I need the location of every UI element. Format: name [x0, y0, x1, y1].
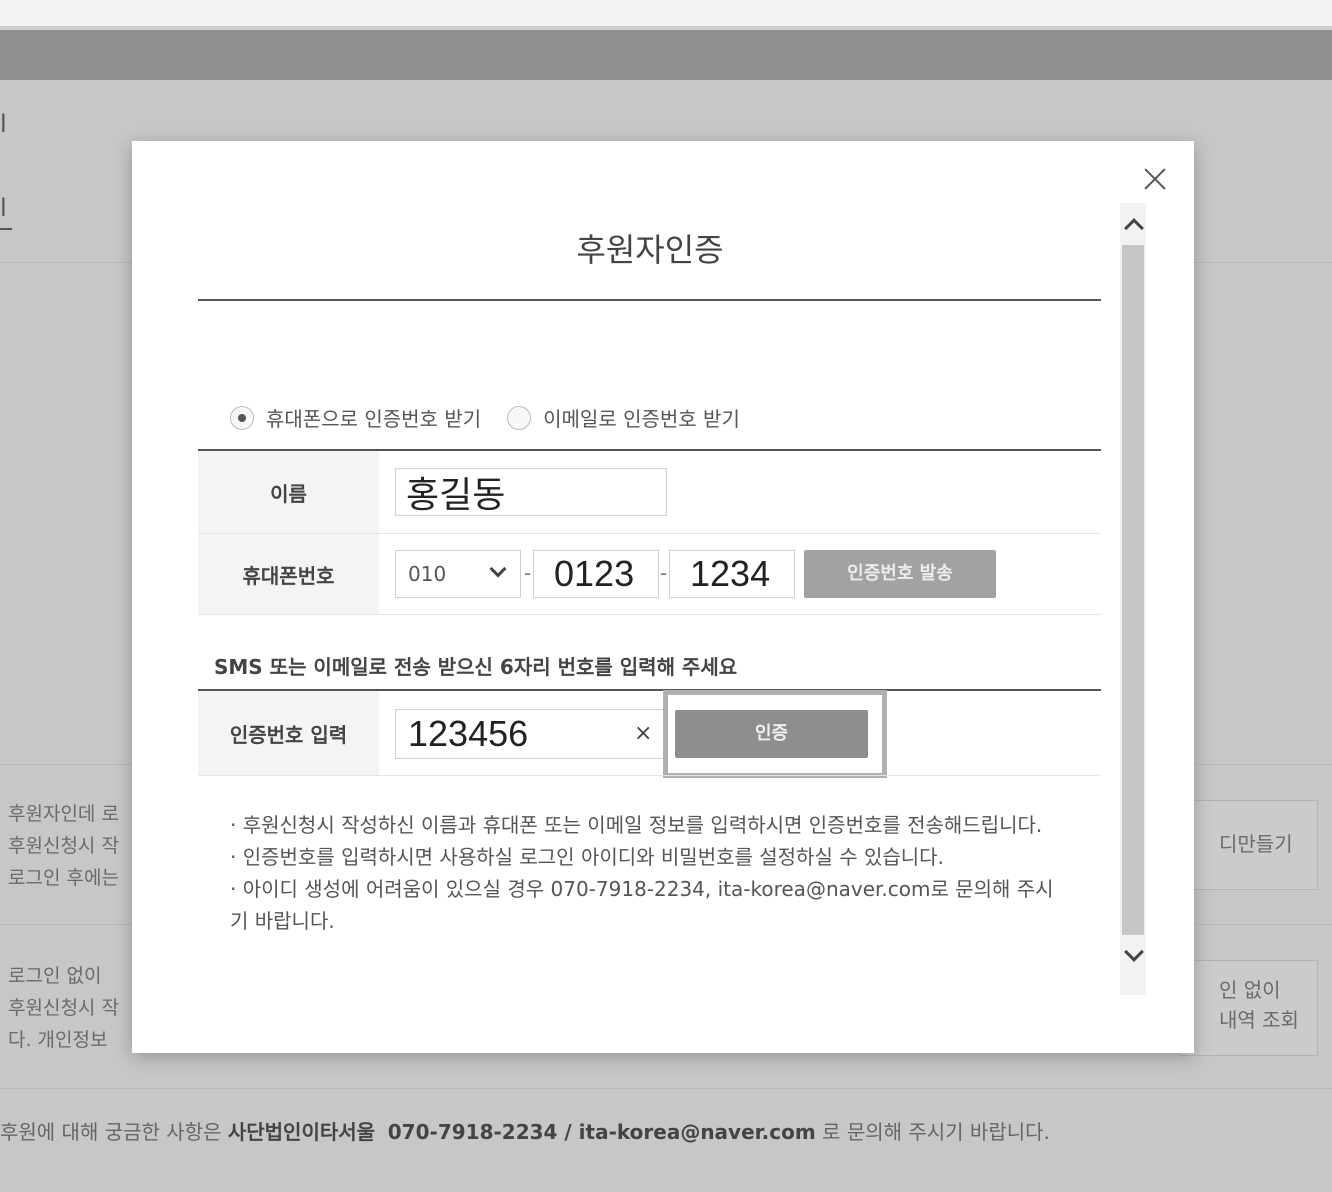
sponsor-auth-modal: 후원자인증 휴대폰으로 인증번호 받기 이메일로 인증번호 받기 이름 휴대폰번…: [132, 141, 1194, 1053]
phone-prefix-value: 010: [408, 562, 447, 586]
footer-text: 로 문의해 주시기 바랍니다.: [815, 1120, 1050, 1144]
code-label: 인증번호 입력: [198, 691, 379, 775]
browser-top-bar: [0, 0, 1332, 26]
name-input[interactable]: [395, 468, 667, 516]
chevron-down-icon: [489, 560, 507, 578]
close-icon[interactable]: [1140, 163, 1170, 193]
help-notes: · 후원신청시 작성하신 이름과 휴대폰 또는 이메일 정보를 입력하시면 인증…: [230, 809, 1060, 937]
background-footer-contact: 후원에 대해 궁금한 사항은 사단법인이타서울 070-7918-2234 / …: [0, 1116, 1050, 1145]
background-info-block-guest: 로그인 없이 후원신청시 작 다. 개인정보: [8, 960, 119, 1056]
title-divider: [198, 299, 1101, 301]
radio-email[interactable]: [507, 405, 532, 430]
site-nav-bar: [0, 30, 1332, 80]
background-side-text: l: [0, 110, 7, 138]
help-note: · 인증번호를 입력하시면 사용하실 로그인 아이디와 비밀번호를 설정하실 수…: [230, 845, 944, 869]
footer-text: 후원에 대해 궁금한 사항은: [0, 1120, 228, 1144]
footer-org-name: 사단법인이타서울: [227, 1120, 376, 1144]
scroll-down-arrow-icon[interactable]: [1120, 939, 1146, 975]
auth-method-radio-group: 휴대폰으로 인증번호 받기 이메일로 인증번호 받기: [230, 403, 766, 432]
background-text-line: 후원신청시 작: [8, 835, 119, 857]
background-create-id-button[interactable]: 디만들기: [1178, 800, 1318, 890]
phone-label: 휴대폰번호: [198, 534, 379, 614]
help-note: · 후원신청시 작성하신 이름과 휴대폰 또는 이메일 정보를 입력하시면 인증…: [230, 813, 1043, 837]
phone-middle-input[interactable]: [533, 550, 659, 598]
background-button-label: 디만들기: [1219, 832, 1293, 856]
background-divider: [0, 1088, 1332, 1089]
row-divider: [198, 775, 1101, 776]
sms-notice: SMS 또는 이메일로 전송 받으신 6자리 번호를 입력해 주세요: [214, 655, 738, 679]
verification-code-input[interactable]: [395, 709, 667, 759]
radio-phone[interactable]: [230, 405, 254, 430]
background-info-block-signup: 후원자인데 로 후원신청시 작 로그인 후에는: [8, 798, 119, 894]
help-note: · 아이디 생성에 어려움이 있으실 경우 070-7918-2234, ita…: [230, 877, 1054, 933]
background-text-line: 다. 개인정보: [8, 1029, 108, 1051]
background-text-line: 로그인 후에는: [8, 867, 119, 889]
background-button-label: 인 없이: [1219, 978, 1281, 1002]
verify-button[interactable]: 인증: [675, 710, 868, 758]
row-divider: [198, 614, 1101, 615]
phone-last-input[interactable]: [669, 550, 795, 598]
phone-prefix-select[interactable]: 010: [395, 550, 521, 598]
clear-input-icon[interactable]: ×: [634, 721, 652, 746]
background-link-underline: [0, 228, 12, 230]
phone-dash: -: [660, 561, 668, 585]
background-text-line: 후원자인데 로: [8, 803, 119, 825]
send-code-button[interactable]: 인증번호 발송: [804, 550, 996, 598]
name-label: 이름: [198, 451, 379, 533]
background-button-label: 내역 조회: [1219, 1008, 1299, 1032]
footer-contact: 070-7918-2234 / ita-korea@naver.com: [387, 1120, 816, 1144]
radio-email-label[interactable]: 이메일로 인증번호 받기: [543, 403, 740, 432]
background-text-line: 후원신청시 작: [8, 997, 119, 1019]
phone-dash: -: [524, 561, 532, 585]
background-guest-lookup-button[interactable]: 인 없이 내역 조회: [1178, 960, 1318, 1056]
radio-phone-label[interactable]: 휴대폰으로 인증번호 받기: [266, 403, 481, 432]
modal-scrollbar[interactable]: [1120, 203, 1146, 995]
background-side-link: l: [0, 194, 7, 222]
scrollbar-thumb[interactable]: [1122, 245, 1144, 935]
modal-title: 후원자인증: [576, 231, 724, 269]
background-text-line: 로그인 없이: [8, 965, 102, 987]
